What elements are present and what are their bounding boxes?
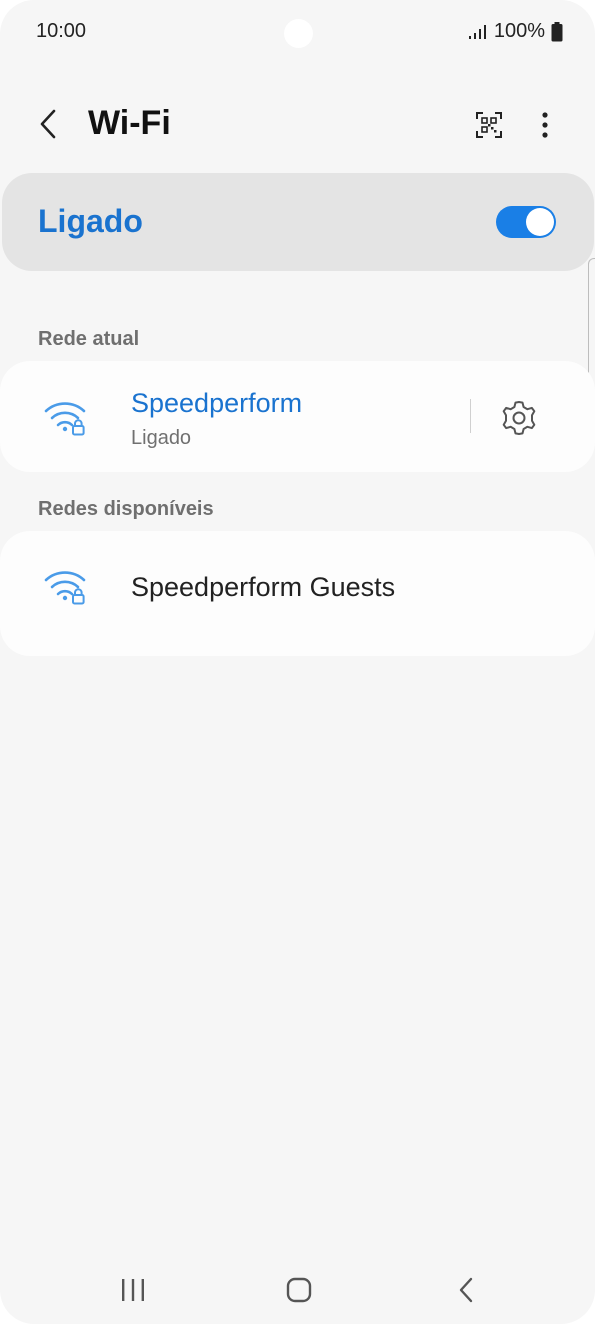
gear-icon (502, 401, 536, 435)
recent-apps-button[interactable] (113, 1270, 153, 1310)
signal-icon (468, 24, 486, 39)
battery-icon (551, 21, 563, 41)
back-chevron-icon (40, 109, 56, 139)
home-icon (286, 1277, 312, 1303)
wifi-switch-knob (526, 208, 554, 236)
status-bar: 10:00 100% (0, 0, 595, 66)
item-divider (470, 399, 471, 433)
current-network-item[interactable]: Speedperform Ligado (0, 361, 595, 472)
wifi-switch[interactable] (496, 206, 556, 238)
qr-scan-button[interactable] (472, 108, 506, 142)
front-camera (284, 19, 313, 48)
nav-back-button[interactable] (446, 1270, 486, 1310)
current-network-section-title: Rede atual (38, 328, 140, 350)
back-button[interactable] (30, 104, 66, 144)
wifi-toggle-card[interactable]: Ligado (2, 173, 594, 271)
recent-apps-icon (122, 1279, 144, 1301)
wifi-lock-icon (44, 571, 86, 605)
qr-code-scanner-icon (476, 112, 502, 138)
wifi-lock-icon (44, 402, 86, 436)
more-vertical-icon (542, 112, 548, 138)
back-icon (459, 1277, 473, 1303)
app-header: Wi-Fi (0, 88, 595, 160)
page-title: Wi-Fi (88, 104, 171, 142)
home-button[interactable] (279, 1270, 319, 1310)
available-network-name: Speedperform Guests (131, 572, 396, 602)
battery-percent: 100% (493, 20, 545, 42)
current-network-status: Ligado (131, 427, 192, 449)
available-networks-section-title: Redes disponíveis (38, 498, 214, 520)
status-time: 10:00 (36, 20, 87, 42)
wifi-toggle-label: Ligado (38, 203, 143, 239)
navigation-bar (0, 1252, 595, 1324)
network-settings-button[interactable] (498, 397, 540, 439)
current-network-name: Speedperform (131, 388, 303, 418)
more-options-button[interactable] (528, 106, 562, 144)
available-network-item[interactable]: Speedperform Guests (0, 531, 595, 656)
status-icons: 100% (468, 20, 563, 43)
wifi-settings-screen: 10:00 100% Wi-Fi Ligado Rede atual Speed… (0, 0, 595, 1324)
